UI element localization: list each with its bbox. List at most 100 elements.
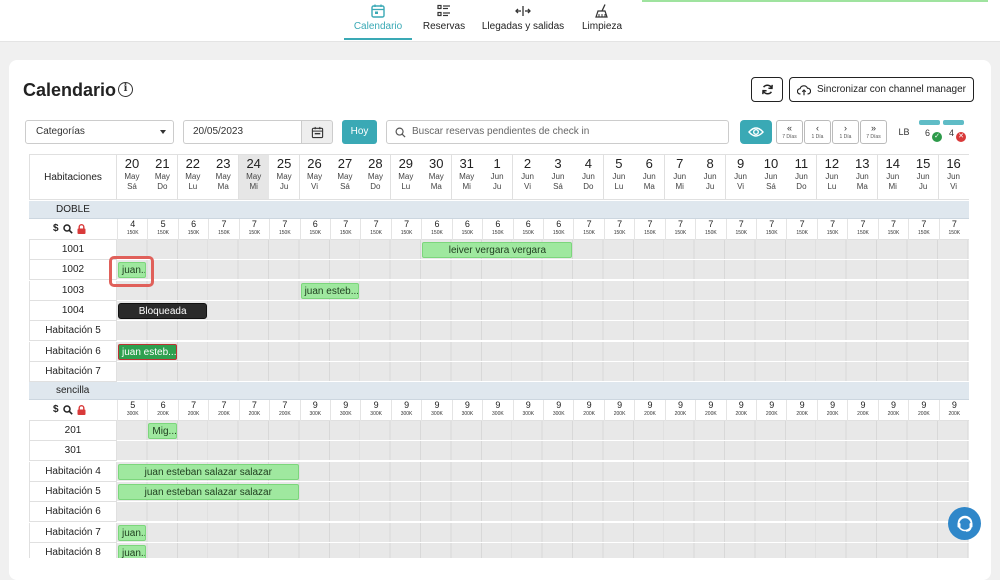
availability-cell[interactable]: 6 150K <box>299 219 330 240</box>
day-header[interactable]: 23 May Ma <box>208 154 240 200</box>
checked-out-counter[interactable]: 4 ✕ <box>943 120 966 144</box>
availability-cell[interactable]: 9 200K <box>816 400 847 422</box>
availability-cell[interactable]: 9 200K <box>908 400 938 422</box>
availability-cell[interactable]: 9 200K <box>664 400 695 422</box>
room-cells[interactable] <box>117 260 969 281</box>
room-cells[interactable] <box>117 361 969 382</box>
availability-cell[interactable]: 9 200K <box>695 400 725 422</box>
day-header[interactable]: 12 Jun Lu <box>816 154 848 200</box>
availability-cell[interactable]: 9 200K <box>786 400 816 422</box>
day-header[interactable]: 3 Jun Sá <box>543 154 574 200</box>
availability-cell[interactable]: 7 150K <box>908 219 938 240</box>
room-cells[interactable] <box>117 321 969 342</box>
day-header[interactable]: 4 Jun Do <box>573 154 605 200</box>
availability-cell[interactable]: 4 150K <box>117 219 147 240</box>
reservation-bar[interactable]: juan esteb... <box>300 282 360 299</box>
day-header[interactable]: 21 May Do <box>147 154 179 200</box>
availability-cell[interactable]: 9 300K <box>512 400 543 422</box>
room-cells[interactable] <box>117 502 969 523</box>
visibility-toggle[interactable] <box>740 120 772 144</box>
day-header[interactable]: 16 Jun Vi <box>938 154 969 200</box>
reservation-bar[interactable]: Mig... <box>148 423 177 440</box>
day-header[interactable]: 24 May Mi <box>238 154 270 200</box>
availability-cell[interactable]: 5 300K <box>117 400 147 422</box>
info-icon[interactable]: i <box>118 82 133 97</box>
back-1-day-button[interactable]: ‹ 1 Día <box>804 120 831 144</box>
tab-llegadas-salidas[interactable]: Llegadas y salidas <box>480 3 566 40</box>
day-header[interactable]: 22 May Lu <box>177 154 209 200</box>
dollar-icon[interactable]: $ <box>53 404 59 415</box>
availability-cell[interactable]: 9 200K <box>847 400 877 422</box>
category-select[interactable]: Categorías <box>25 120 174 144</box>
room-cells[interactable] <box>117 522 969 543</box>
availability-cell[interactable]: 9 300K <box>360 400 390 422</box>
availability-cell[interactable]: 9 200K <box>573 400 603 422</box>
availability-cell[interactable]: 9 300K <box>299 400 330 422</box>
lock-icon[interactable] <box>77 223 86 234</box>
availability-cell[interactable]: 7 150K <box>938 219 969 240</box>
checked-in-counter[interactable]: 6 ✓ <box>919 120 942 144</box>
day-header[interactable]: 26 May Vi <box>299 154 331 200</box>
day-header[interactable]: 15 Jun Ju <box>908 154 940 200</box>
tab-limpieza[interactable]: Limpieza <box>578 3 626 40</box>
day-header[interactable]: 2 Jun Vi <box>512 154 544 200</box>
day-header[interactable]: 11 Jun Do <box>786 154 818 200</box>
availability-cell[interactable]: 9 300K <box>543 400 573 422</box>
reservation-bar[interactable]: juan esteb... <box>118 343 177 360</box>
availability-cell[interactable]: 7 150K <box>847 219 877 240</box>
date-field[interactable]: 20/05/2023 <box>183 120 302 144</box>
availability-cell[interactable]: 9 200K <box>877 400 908 422</box>
day-header[interactable]: 25 May Ju <box>269 154 301 200</box>
day-header[interactable]: 6 Jun Ma <box>634 154 666 200</box>
availability-cell[interactable]: 7 150K <box>816 219 847 240</box>
room-cells[interactable] <box>117 341 969 362</box>
availability-cell[interactable]: 6 200K <box>147 400 177 422</box>
forward-1-day-button[interactable]: › 1 Día <box>832 120 859 144</box>
availability-cell[interactable]: 7 200K <box>208 400 238 422</box>
reservation-bar[interactable]: Bloqueada <box>118 302 208 319</box>
reservation-bar[interactable]: juan... <box>118 544 147 558</box>
search-icon[interactable] <box>62 223 73 234</box>
tab-calendario[interactable]: Calendario <box>344 3 412 40</box>
availability-cell[interactable]: 9 200K <box>603 400 634 422</box>
room-cells[interactable] <box>117 441 969 462</box>
day-header[interactable]: 30 May Ma <box>421 154 453 200</box>
search-input[interactable]: Buscar reservas pendientes de check in <box>386 120 729 144</box>
tab-reservas[interactable]: Reservas <box>420 3 468 40</box>
day-header[interactable]: 27 May Sá <box>330 154 361 200</box>
availability-cell[interactable]: 7 150K <box>390 219 421 240</box>
availability-cell[interactable]: 7 150K <box>786 219 816 240</box>
reservation-bar[interactable]: juan esteban salazar salazar <box>118 463 299 480</box>
day-header[interactable]: 1 Jun Ju <box>482 154 514 200</box>
back-7-days-button[interactable]: «7 Días <box>776 120 803 144</box>
availability-cell[interactable]: 7 150K <box>695 219 725 240</box>
refresh-button[interactable] <box>751 77 783 102</box>
availability-cell[interactable]: 9 200K <box>938 400 969 422</box>
support-chat-button[interactable] <box>948 507 981 540</box>
availability-cell[interactable]: 9 200K <box>725 400 756 422</box>
day-header[interactable]: 13 Jun Ma <box>847 154 879 200</box>
day-header[interactable]: 31 May Mi <box>451 154 483 200</box>
room-cells[interactable] <box>117 280 969 301</box>
availability-cell[interactable]: 9 200K <box>634 400 664 422</box>
availability-cell[interactable]: 7 150K <box>725 219 756 240</box>
day-header[interactable]: 8 Jun Ju <box>695 154 727 200</box>
availability-cell[interactable]: 7 150K <box>664 219 695 240</box>
availability-cell[interactable]: 7 150K <box>238 219 269 240</box>
availability-cell[interactable]: 5 150K <box>147 219 177 240</box>
reservation-bar[interactable]: leiver vergara vergara <box>422 242 573 258</box>
day-header[interactable]: 9 Jun Vi <box>725 154 757 200</box>
forward-7-days-button[interactable]: » 7 Días <box>860 120 887 144</box>
availability-cell[interactable]: 9 300K <box>330 400 360 422</box>
availability-cell[interactable]: 9 200K <box>756 400 786 422</box>
dollar-icon[interactable]: $ <box>53 223 59 234</box>
day-header[interactable]: 14 Jun Mi <box>877 154 909 200</box>
day-header[interactable]: 20 May Sá <box>117 154 148 200</box>
availability-cell[interactable]: 7 150K <box>756 219 786 240</box>
availability-cell[interactable]: 7 150K <box>573 219 603 240</box>
availability-cell[interactable]: 6 150K <box>482 219 512 240</box>
today-button[interactable]: Hoy <box>342 120 377 144</box>
availability-cell[interactable]: 7 150K <box>269 219 299 240</box>
availability-cell[interactable]: 7 200K <box>238 400 269 422</box>
reservation-bar[interactable]: juan esteban salazar salazar <box>118 484 299 500</box>
